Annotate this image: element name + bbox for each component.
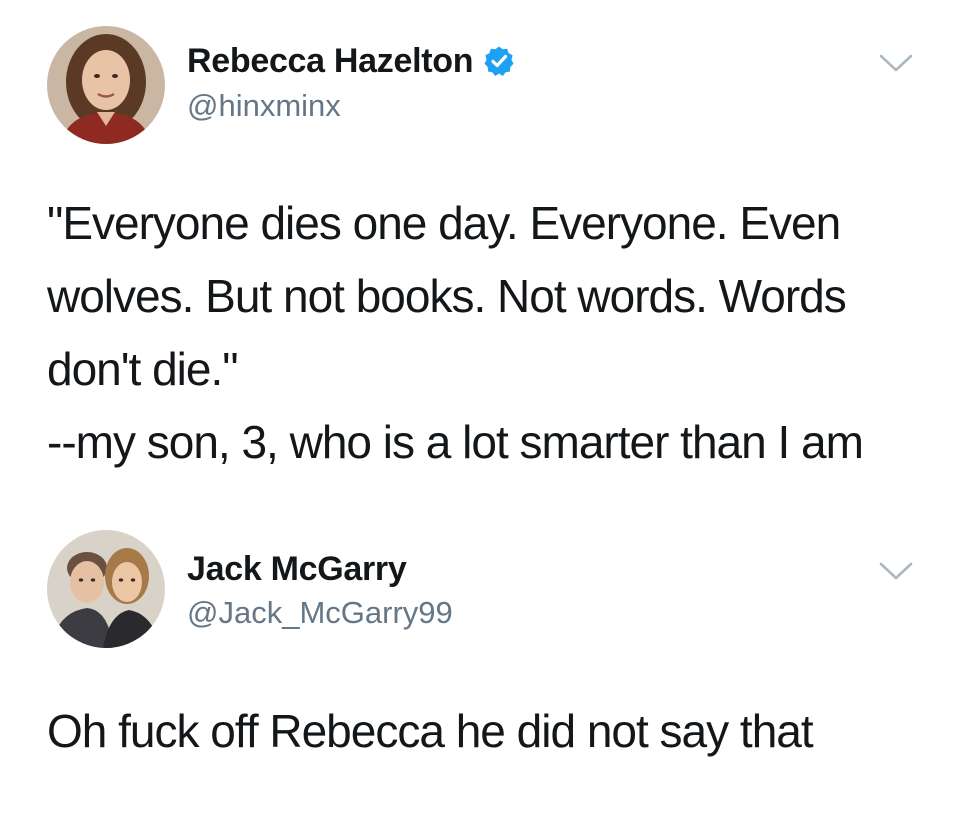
- tweet-text-line: "Everyone dies one day. Everyone. Even: [47, 197, 841, 249]
- chevron-down-icon[interactable]: [876, 50, 916, 76]
- name-row: Jack McGarry: [187, 548, 407, 590]
- tweet-text-line: don't die.": [47, 343, 239, 395]
- tweet-text: Oh fuck off Rebecca he did not say that: [47, 695, 927, 768]
- handle[interactable]: @hinxminx: [187, 87, 341, 125]
- tweet: Jack McGarry @Jack_McGarry99 Oh fuck off…: [0, 510, 960, 816]
- tweet-text: "Everyone dies one day. Everyone. Even w…: [47, 187, 927, 479]
- tweet-text-line: Oh fuck off Rebecca he did not say that: [47, 705, 814, 757]
- display-name[interactable]: Rebecca Hazelton: [187, 40, 474, 82]
- avatar-photo: [47, 26, 165, 144]
- chevron-down-icon[interactable]: [876, 558, 916, 584]
- name-row: Rebecca Hazelton: [187, 40, 515, 82]
- display-name[interactable]: Jack McGarry: [187, 548, 407, 590]
- tweet: Rebecca Hazelton @hinxminx "Everyone die…: [0, 0, 960, 500]
- avatar-photo: [47, 530, 165, 648]
- handle[interactable]: @Jack_McGarry99: [187, 594, 453, 632]
- tweet-text-line: --my son, 3, who is a lot smarter than I…: [47, 416, 864, 468]
- verified-badge-icon: [483, 45, 515, 77]
- tweet-text-line: wolves. But not books. Not words. Words: [47, 270, 847, 322]
- avatar[interactable]: [47, 530, 165, 648]
- avatar[interactable]: [47, 26, 165, 144]
